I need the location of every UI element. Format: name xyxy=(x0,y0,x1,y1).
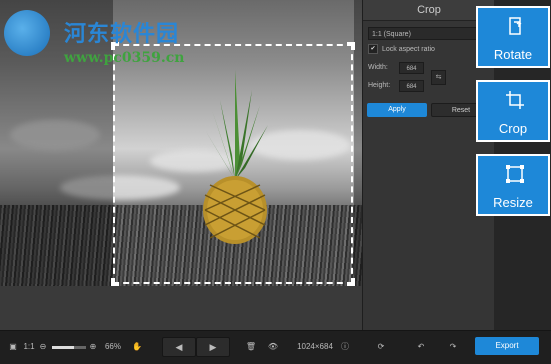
refresh-icon[interactable]: ⟳ xyxy=(374,340,388,354)
height-field[interactable]: 684 xyxy=(399,80,424,92)
rotate-label: Rotate xyxy=(493,47,533,62)
bottom-toolbar: ▣ 1:1 ⊖ ⊕ 66% ✋ ◀ ▶ 🗑 👁 1024×684 ⓘ ⟳ ↶ ↷… xyxy=(0,330,551,364)
image-canvas[interactable]: 河东软件园 www.pc0359.cn xyxy=(0,0,362,330)
resize-tool-button[interactable]: Resize xyxy=(476,154,550,216)
undo-icon[interactable]: ↶ xyxy=(414,340,428,354)
link-dimensions-icon[interactable]: ⇆ xyxy=(431,70,446,85)
next-icon: ▶ xyxy=(209,342,217,352)
apply-button[interactable]: Apply xyxy=(367,103,427,117)
next-button[interactable]: ▶ xyxy=(196,337,230,357)
zoom-percent: 66% xyxy=(104,342,121,351)
resize-label: Resize xyxy=(493,195,533,210)
eye-icon[interactable]: 👁 xyxy=(266,340,280,354)
watermark-url: www.pc0359.cn xyxy=(64,50,185,66)
trash-icon[interactable]: 🗑 xyxy=(244,340,258,354)
watermark-title: 河东软件园 xyxy=(64,21,180,47)
height-label: Height: xyxy=(368,82,391,89)
lock-aspect-checkbox[interactable]: ✔ xyxy=(368,44,378,54)
previous-icon: ◀ xyxy=(175,342,183,352)
redo-icon[interactable]: ↷ xyxy=(446,340,460,354)
lock-aspect-label: Lock aspect ratio xyxy=(382,45,435,53)
crop-label: Crop xyxy=(498,121,528,136)
lock-aspect-row[interactable]: ✔ Lock aspect ratio xyxy=(368,44,435,55)
crop-icon xyxy=(506,91,524,109)
watermark-logo-icon xyxy=(4,10,50,56)
zoom-out-icon[interactable]: ⊖ xyxy=(38,340,48,354)
hand-tool-icon[interactable]: ✋ xyxy=(130,340,144,354)
fit-screen-icon[interactable]: ▣ xyxy=(6,340,20,354)
zoom-slider[interactable] xyxy=(52,346,86,349)
zoom-ratio-button[interactable]: 1:1 xyxy=(22,340,36,354)
rotate-icon xyxy=(509,17,522,35)
width-field[interactable]: 684 xyxy=(399,62,424,74)
zoom-slider-fill xyxy=(52,346,75,349)
resize-icon xyxy=(506,165,524,183)
aspect-ratio-select[interactable]: 1:1 (Square) xyxy=(368,27,480,40)
crop-tool-button[interactable]: Crop xyxy=(476,80,550,142)
export-button[interactable]: Export xyxy=(475,337,539,355)
rotate-tool-button[interactable]: Rotate xyxy=(476,6,550,68)
previous-button[interactable]: ◀ xyxy=(162,337,196,357)
info-icon[interactable]: ⓘ xyxy=(340,340,350,354)
zoom-in-icon[interactable]: ⊕ xyxy=(88,340,98,354)
image-dimensions: 1024×684 xyxy=(297,342,333,351)
width-label: Width: xyxy=(368,64,388,71)
crop-selection[interactable] xyxy=(111,42,355,286)
